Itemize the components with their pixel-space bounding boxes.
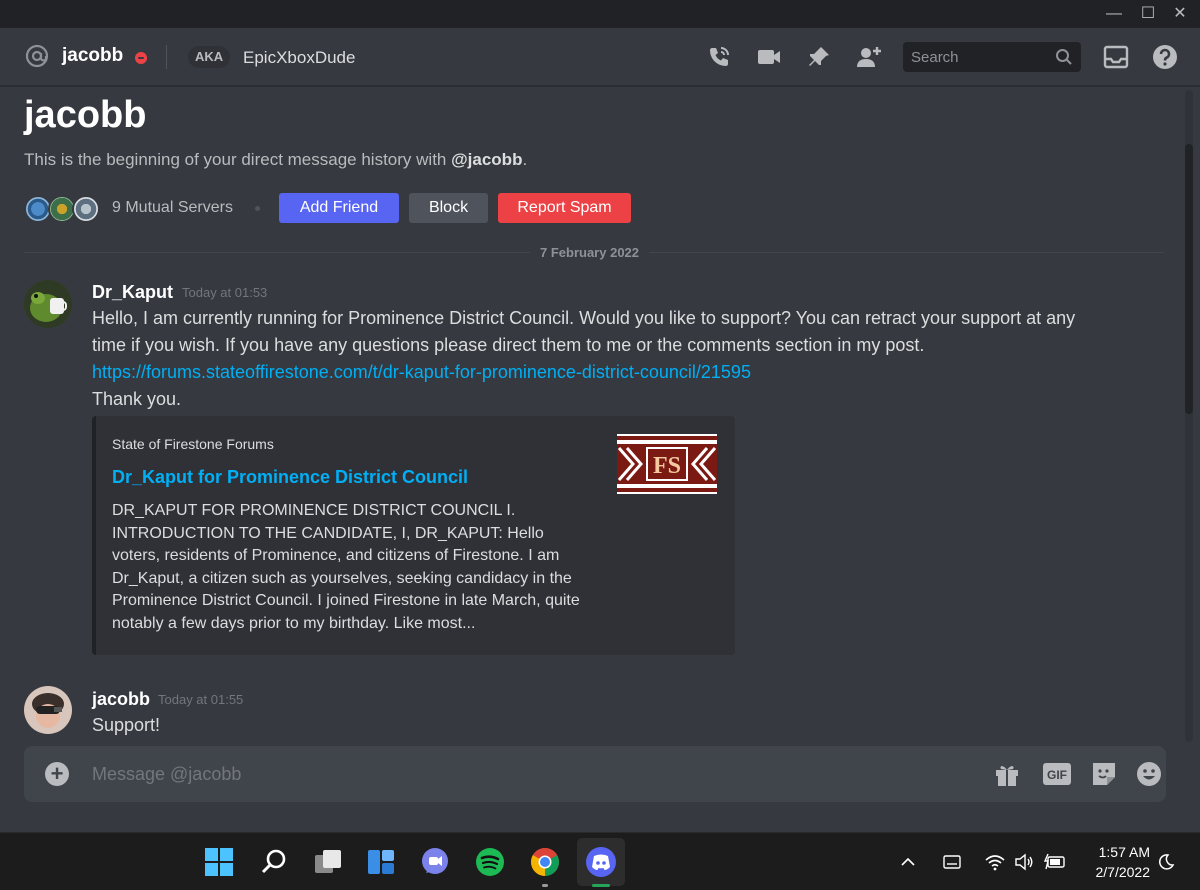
link-embed: State of Firestone Forums Dr_Kaput for P…	[92, 416, 735, 655]
avatar[interactable]	[24, 686, 72, 734]
widgets-icon[interactable]	[364, 845, 398, 879]
voice-call-icon[interactable]	[706, 44, 732, 70]
maximize-button[interactable]: ☐	[1138, 4, 1158, 24]
emoji-picker-icon[interactable]	[1135, 760, 1163, 788]
close-button[interactable]: ✕	[1170, 4, 1190, 24]
chrome-icon[interactable]	[528, 845, 562, 879]
embed-description-line: Dr_Kaput, a citizen such as yourselves, …	[112, 569, 572, 587]
touch-keyboard-icon[interactable]	[942, 852, 962, 872]
dm-header: jacobb AKA EpicXboxDude Search	[0, 28, 1200, 86]
dm-recipient-name: jacobb	[62, 45, 124, 66]
separator-dot	[255, 206, 260, 211]
message-timestamp: Today at 01:53	[182, 285, 268, 300]
scrollbar-thumb[interactable]	[1185, 144, 1193, 414]
wifi-icon[interactable]	[985, 852, 1005, 872]
search-icon	[1055, 48, 1073, 66]
volume-icon[interactable]	[1014, 852, 1034, 872]
windows-taskbar: 1:57 AM 2/7/2022	[0, 832, 1200, 890]
search-placeholder: Search	[911, 49, 959, 66]
dm-intro-title: jacobb	[24, 94, 147, 136]
chat-scrollbar[interactable]	[1185, 90, 1193, 742]
dm-intro-subtitle: This is the beginning of your direct mes…	[24, 150, 527, 170]
chevron-up-icon[interactable]	[898, 852, 918, 872]
video-call-icon[interactable]	[756, 44, 782, 70]
search-box[interactable]: Search	[903, 42, 1081, 72]
embed-description-line: INTRODUCTION TO THE CANDIDATE, I, DR_KAP…	[112, 524, 544, 542]
aka-badge: AKA	[188, 46, 231, 68]
mutual-servers-count[interactable]: 9 Mutual Servers	[112, 199, 233, 217]
message-author[interactable]: Dr_Kaput	[92, 282, 173, 303]
report-spam-button[interactable]: Report Spam	[498, 193, 631, 223]
spotify-icon[interactable]	[473, 845, 507, 879]
teams-chat-icon[interactable]	[418, 845, 452, 879]
add-friend-button[interactable]: Add Friend	[279, 193, 399, 223]
discord-active-indicator	[592, 884, 610, 887]
message-text-line: time if you wish. If you have any questi…	[92, 335, 925, 355]
taskbar-clock-time[interactable]: 1:57 AM	[1090, 844, 1150, 860]
window-titlebar: — ☐ ✕	[0, 0, 1200, 28]
search-icon[interactable]	[257, 845, 291, 879]
message-author[interactable]: jacobb	[92, 689, 150, 710]
svg-text:GIF: GIF	[1047, 768, 1067, 782]
embed-description: DR_KAPUT FOR PROMINENCE DISTRICT COUNCIL…	[112, 500, 592, 635]
user-mention[interactable]: @jacobb	[451, 150, 522, 169]
recipient-nickname: EpicXboxDude	[243, 48, 356, 67]
embed-description-line: voters, residents of Prominence, and cit…	[112, 547, 560, 564]
add-friends-to-dm-icon[interactable]	[856, 44, 882, 70]
message-link[interactable]: https://forums.stateoffirestone.com/t/dr…	[92, 362, 751, 383]
mutual-server-icon	[72, 195, 100, 223]
taskbar-clock-date[interactable]: 2/7/2022	[1082, 864, 1151, 880]
subtitle-suffix: .	[522, 150, 528, 169]
embed-description-line: DR_KAPUT FOR PROMINENCE DISTRICT COUNCIL…	[112, 502, 516, 519]
embed-thumbnail[interactable]: FS	[617, 434, 717, 494]
sticker-picker-icon[interactable]	[1090, 760, 1118, 788]
inbox-icon[interactable]	[1103, 44, 1129, 70]
message-timestamp: Today at 01:55	[158, 692, 244, 707]
subtitle-text: This is the beginning of your direct mes…	[24, 150, 452, 169]
message-input[interactable]: Message @jacobb	[92, 764, 241, 785]
date-divider-label: 7 February 2022	[530, 245, 650, 260]
windows-start-icon[interactable]	[202, 845, 236, 879]
avatar[interactable]	[24, 280, 72, 328]
message-text-line: Hello, I am currently running for Promin…	[92, 308, 1076, 328]
at-sign-icon	[24, 43, 50, 69]
help-icon[interactable]	[1152, 44, 1178, 70]
message-text-line: Support!	[92, 715, 161, 735]
block-button[interactable]: Block	[409, 193, 488, 223]
embed-description-line: notably a few days prior to my birthday.…	[112, 614, 476, 632]
message-text-line: Thank you.	[92, 389, 182, 409]
upload-attachment-button[interactable]: +	[45, 762, 69, 786]
embed-thumbnail-text: FS	[653, 453, 681, 479]
embed-provider[interactable]: State of Firestone Forums	[112, 436, 274, 452]
pinned-messages-icon[interactable]	[806, 44, 832, 70]
battery-charging-icon[interactable]	[1043, 852, 1065, 872]
task-view-icon[interactable]	[311, 845, 345, 879]
chrome-running-indicator	[542, 884, 548, 887]
gif-picker-icon[interactable]: GIF	[1042, 760, 1071, 788]
header-divider	[166, 45, 167, 69]
minimize-button[interactable]: —	[1104, 4, 1124, 24]
discord-icon[interactable]	[584, 845, 618, 879]
focus-assist-moon-icon[interactable]	[1156, 852, 1176, 872]
do-not-disturb-status-icon	[135, 52, 147, 64]
message-composer: + Message @jacobb GIF	[24, 746, 1166, 802]
gift-icon[interactable]	[993, 760, 1021, 788]
embed-description-line: Prominence District Council. I joined Fi…	[112, 592, 580, 609]
embed-title-link[interactable]: Dr_Kaput for Prominence District Council	[112, 467, 468, 488]
mutual-server-icons[interactable]	[24, 195, 104, 223]
